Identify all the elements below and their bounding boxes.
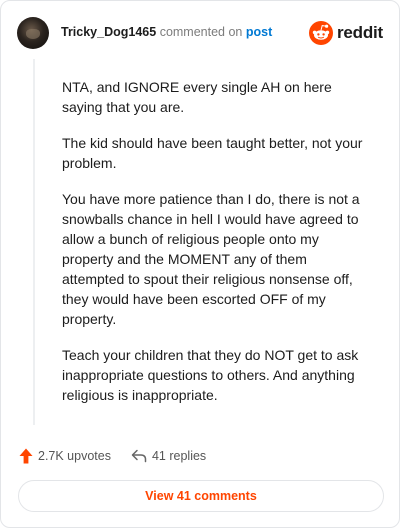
reddit-wordmark: reddit — [336, 23, 383, 42]
reddit-logo: reddit — [308, 21, 383, 45]
comment-card: Tricky_Dog1465 commented on post reddit … — [0, 0, 400, 528]
upvote-count: 2.7K upvotes — [38, 449, 111, 463]
upvote-arrow-icon — [19, 448, 33, 464]
avatar[interactable] — [17, 17, 49, 49]
thread-line — [33, 59, 35, 425]
replies-button[interactable]: 41 replies — [131, 449, 206, 463]
post-link[interactable]: post — [246, 25, 272, 39]
upvote-button[interactable]: 2.7K upvotes — [19, 448, 111, 464]
comment-paragraph: Teach your children that they do NOT get… — [62, 347, 359, 403]
byline: Tricky_Dog1465 commented on post — [61, 25, 272, 39]
comment-paragraph: You have more patience than I do, there … — [62, 191, 360, 327]
action-text: commented on — [159, 25, 243, 39]
reddit-snoo-icon — [308, 21, 333, 45]
comment-header: Tricky_Dog1465 commented on post reddit — [17, 15, 383, 51]
view-comments-button[interactable]: View 41 comments — [18, 480, 384, 512]
reply-arrow-icon — [131, 449, 147, 463]
comment-body: NTA, and IGNORE every single AH on here … — [62, 77, 372, 405]
replies-count: 41 replies — [151, 449, 207, 463]
comment-actions: 2.7K upvotes 41 replies — [19, 445, 206, 467]
comment-paragraph: The kid should have been taught better, … — [62, 135, 363, 171]
comment-paragraph: NTA, and IGNORE every single AH on here … — [62, 79, 332, 115]
username[interactable]: Tricky_Dog1465 — [61, 25, 156, 39]
